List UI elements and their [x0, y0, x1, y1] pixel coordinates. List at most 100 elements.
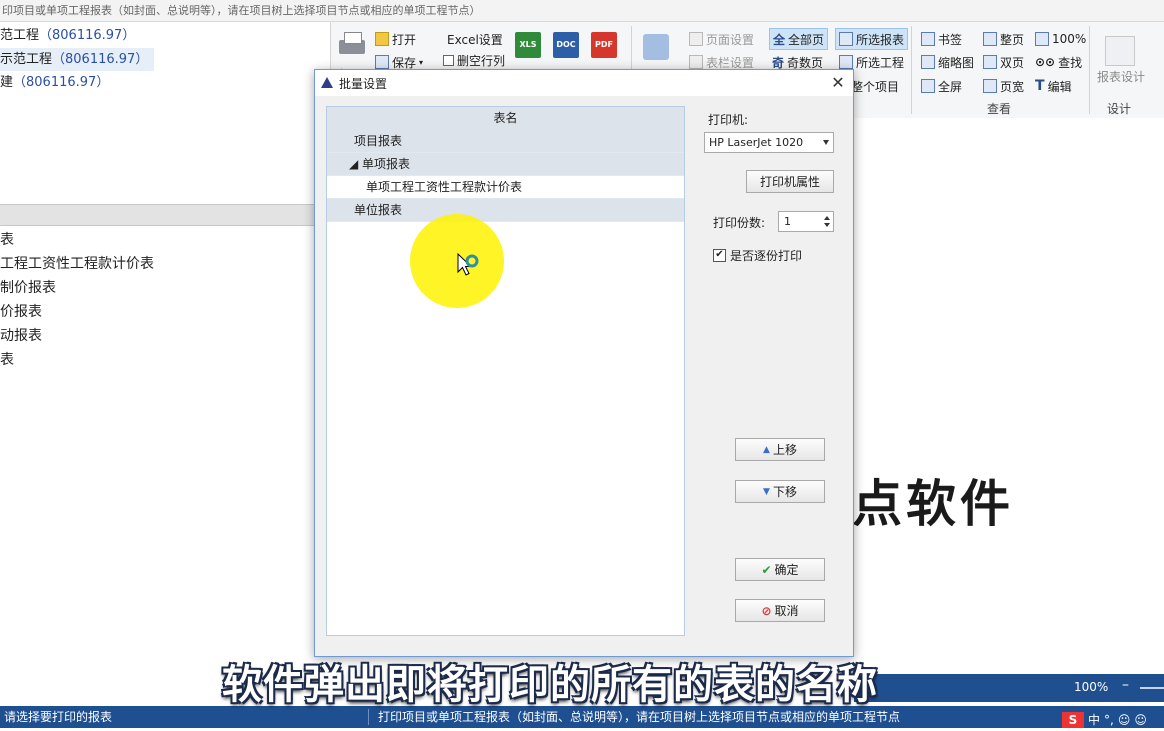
- list-item[interactable]: 制价报表: [0, 276, 56, 300]
- close-icon[interactable]: ✕: [827, 72, 849, 94]
- edit-button[interactable]: T 编辑: [1035, 76, 1072, 96]
- batch-settings-dialog: 批量设置 ✕ 表名 项目报表 ◢ 单项报表 单项工程工资性工程款计价表 单位报表…: [314, 69, 854, 657]
- xls-icon[interactable]: XLS: [515, 32, 541, 58]
- excel-settings-button[interactable]: Excel设置: [447, 29, 503, 49]
- zoom-100-button[interactable]: 100%: [1035, 29, 1086, 49]
- printer-select[interactable]: HP LaserJet 1020: [704, 132, 834, 153]
- pdf-icon[interactable]: PDF: [591, 32, 617, 58]
- zoom-bar: 100% –: [854, 674, 1164, 702]
- arrow-down-icon[interactable]: [824, 223, 830, 227]
- status-separator: [368, 709, 369, 725]
- save-icon: [375, 55, 389, 69]
- page-setup-label: 页面设置: [706, 32, 755, 47]
- printer-properties-label: 打印机属性: [759, 175, 820, 189]
- all-pages-label: 全部页: [788, 32, 825, 47]
- find-label: 查找: [1058, 55, 1083, 70]
- tree-item-label: 建: [0, 75, 14, 90]
- printer-icon[interactable]: [337, 30, 367, 60]
- folder-icon: [375, 32, 389, 46]
- zoom-out-icon[interactable]: –: [1122, 677, 1129, 693]
- zoom-slider[interactable]: [1140, 687, 1164, 689]
- double-page-button[interactable]: 双页: [983, 52, 1024, 72]
- arrow-up-icon[interactable]: [824, 216, 830, 220]
- delete-empty-rows-checkbox[interactable]: 删空行列: [443, 50, 505, 70]
- cancel-label: 取消: [774, 604, 799, 618]
- odd-icon: 奇: [772, 55, 785, 70]
- copies-stepper[interactable]: 1: [778, 211, 834, 232]
- printer-label: 打印机:: [708, 113, 749, 127]
- tree-item[interactable]: 建（806116.97）: [0, 71, 109, 94]
- doc-icon[interactable]: DOC: [553, 32, 579, 58]
- chevron-down-icon: ▾: [419, 57, 424, 67]
- thumbnail-button[interactable]: 缩略图: [921, 52, 974, 72]
- tree-item[interactable]: 范工程（806116.97）: [0, 24, 135, 47]
- table-row[interactable]: ◢ 单项报表: [327, 153, 684, 176]
- column-header[interactable]: 表名: [327, 107, 684, 131]
- open-button[interactable]: 打开: [375, 29, 416, 49]
- thumbnail-icon: [921, 55, 935, 69]
- move-down-button[interactable]: ▼ 下移: [735, 480, 825, 503]
- all-icon: 全: [773, 32, 786, 47]
- tree-item-label: 示范工程: [0, 52, 53, 67]
- delete-empty-rows-label: 删空行列: [457, 53, 506, 68]
- whole-page-icon: [983, 32, 997, 46]
- zoom-level: 100%: [1074, 680, 1109, 694]
- zoom-100-label: 100%: [1052, 32, 1087, 46]
- odd-pages-label: 奇数页: [787, 55, 824, 70]
- selected-reports-label: 所选报表: [856, 32, 905, 47]
- ribbon-separator: [1089, 26, 1090, 114]
- list-item[interactable]: 工程工资性工程款计价表: [0, 252, 154, 276]
- tree-item-value: （806116.97）: [52, 52, 149, 67]
- dialog-titlebar[interactable]: 批量设置 ✕: [315, 70, 853, 96]
- whole-project-button[interactable]: 整个项目: [851, 76, 899, 96]
- open-label: 打开: [392, 32, 417, 47]
- list-item[interactable]: 动报表: [0, 324, 42, 348]
- excel-settings-label: Excel设置: [447, 32, 503, 47]
- tree-item-label: 范工程: [0, 28, 40, 43]
- brand-watermark: 点软件: [852, 475, 1014, 533]
- cancel-icon: ⊘: [761, 603, 772, 618]
- bookmark-icon: [921, 32, 935, 46]
- project-tree: 范工程（806116.97） 示范工程（806116.97） 建（806116.…: [0, 22, 326, 204]
- find-button[interactable]: ⊙⊙ 查找: [1035, 52, 1082, 72]
- copies-label: 打印份数:: [713, 216, 766, 230]
- whole-page-button[interactable]: 整页: [983, 29, 1024, 49]
- table-row[interactable]: 单位报表: [327, 199, 684, 222]
- report-design-label[interactable]: 报表设计: [1097, 68, 1145, 85]
- selected-reports-button[interactable]: 所选报表: [835, 28, 909, 50]
- whole-project-label: 整个项目: [851, 79, 900, 94]
- report-preview: [854, 118, 1164, 674]
- checkbox-icon: [443, 54, 454, 66]
- save-label: 保存: [392, 55, 417, 70]
- collate-checkbox[interactable]: ✔ 是否逐份打印: [713, 247, 802, 264]
- double-page-label: 双页: [1000, 55, 1025, 70]
- table-row[interactable]: 单项工程工资性工程款计价表: [327, 176, 684, 199]
- all-pages-button[interactable]: 全全部页: [769, 28, 829, 50]
- tree-item-selected[interactable]: 示范工程（806116.97）: [0, 48, 155, 71]
- page-setup-button[interactable]: 页面设置: [689, 29, 754, 49]
- mouse-cursor-icon: [457, 252, 479, 276]
- page-width-button[interactable]: 页宽: [983, 76, 1024, 96]
- fullscreen-button[interactable]: 全屏: [921, 76, 962, 96]
- binoculars-icon: ⊙⊙: [1035, 55, 1056, 69]
- table-row[interactable]: 项目报表: [327, 130, 684, 153]
- list-item[interactable]: 表: [0, 348, 14, 372]
- status-left: 请选择要打印的报表: [4, 710, 113, 724]
- printer-properties-button[interactable]: 打印机属性: [746, 170, 834, 193]
- ok-button[interactable]: ✔ 确定: [735, 558, 825, 581]
- panel-splitter[interactable]: [0, 204, 326, 226]
- move-up-button[interactable]: ▲ 上移: [735, 438, 825, 461]
- cancel-button[interactable]: ⊘ 取消: [735, 599, 825, 622]
- bookmark-button[interactable]: 书签: [921, 29, 962, 49]
- report-design-icon[interactable]: [1105, 36, 1135, 66]
- report-list: 表 工程工资性工程款计价表 制价报表 价报表 动报表 表: [0, 226, 326, 674]
- printer-value: HP LaserJet 1020: [709, 136, 804, 149]
- selected-project-label: 所选工程: [856, 55, 905, 70]
- list-item[interactable]: 表: [0, 228, 14, 252]
- pdf-label: PDF: [595, 40, 613, 49]
- ribbon-separator: [911, 26, 912, 114]
- fullscreen-icon: [921, 79, 935, 93]
- list-item[interactable]: 价报表: [0, 300, 42, 324]
- dialog-title: 批量设置: [339, 77, 388, 91]
- hint-bar: 印项目或单项工程报表（如封面、总说明等），请在项目树上选择项目节点或相应的单项工…: [0, 0, 1164, 22]
